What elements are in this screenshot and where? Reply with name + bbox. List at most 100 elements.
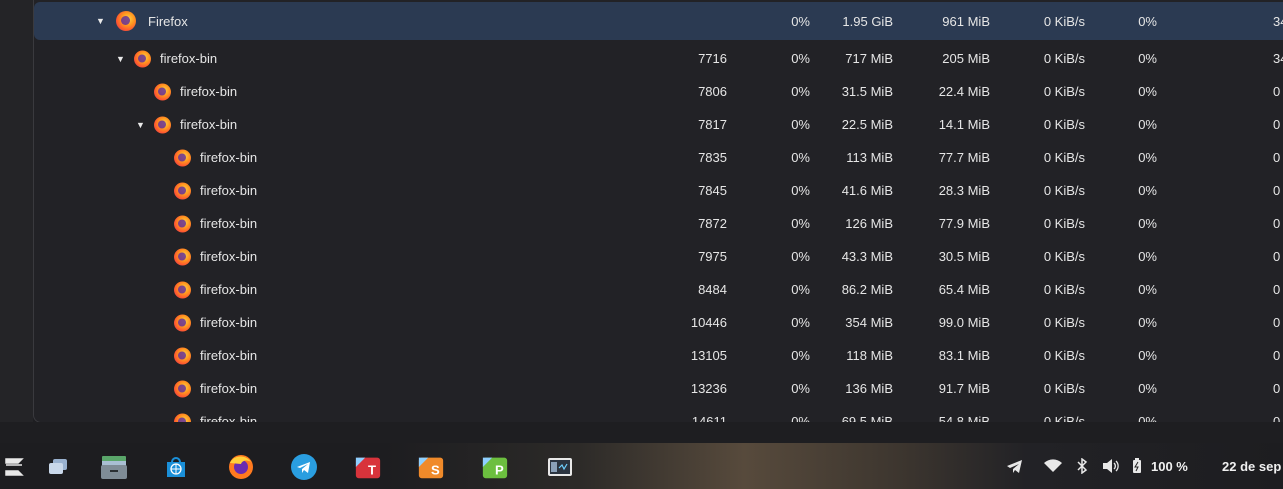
disk-rate: 0 KiB/s	[1043, 414, 1085, 423]
memory-usage: 22.5 MiB	[841, 117, 893, 132]
cpu-usage: 0%	[791, 84, 810, 99]
firefox-process-icon	[154, 116, 171, 133]
disk-rate: 0 KiB/s	[1043, 84, 1085, 99]
zorin-menu-icon[interactable]	[0, 453, 28, 481]
truncated-column-value: 0 Ki	[1273, 348, 1283, 363]
process-row[interactable]: firefox-bin 10446 0% 354 MiB 99.0 MiB 0 KiB/s…	[34, 306, 1283, 339]
process-row[interactable]: ▼ firefox-bin 7716 0% 717 MiB 205 MiB 0 KiB/s 0…	[34, 42, 1283, 75]
disk-rate: 0 KiB/s	[1043, 13, 1085, 29]
clock-date[interactable]: 22 de sep	[1222, 443, 1281, 489]
process-id: 13105	[690, 348, 727, 363]
process-name: firefox-bin	[200, 150, 258, 165]
truncated-column-value: 0 Ki	[1273, 183, 1283, 198]
shared-memory: 54.8 MiB	[938, 414, 990, 423]
firefox-process-icon	[134, 50, 151, 67]
firefox-process-icon	[174, 182, 191, 199]
free-t-icon[interactable]: T	[354, 453, 382, 481]
workspaces-icon[interactable]	[44, 453, 72, 481]
cpu-usage: 0%	[791, 315, 810, 330]
files-icon[interactable]	[100, 453, 128, 481]
process-name: firefox-bin	[200, 183, 258, 198]
gpu-usage: 0%	[1138, 381, 1157, 396]
process-name: firefox-bin	[200, 282, 258, 297]
truncated-column-value: 0 K	[1273, 84, 1283, 99]
truncated-column-value: 0 Ki	[1273, 315, 1283, 330]
process-row[interactable]: firefox-bin 13105 0% 118 MiB 83.1 MiB 0 KiB/s…	[34, 339, 1283, 372]
process-row[interactable]: firefox-bin 7872 0% 126 MiB 77.9 MiB 0 KiB/s 0…	[34, 207, 1283, 240]
process-row[interactable]: firefox-bin 14611 0% 69.5 MiB 54.8 MiB 0 KiB/…	[34, 405, 1283, 423]
process-name: firefox-bin	[200, 348, 258, 363]
firefox-process-icon	[174, 380, 191, 397]
process-name: firefox-bin	[200, 216, 258, 231]
gpu-usage: 0%	[1138, 13, 1157, 29]
disk-rate: 0 KiB/s	[1043, 51, 1085, 66]
battery-indicator[interactable]: 100 %	[1132, 443, 1188, 489]
memory-usage: 354 MiB	[845, 315, 893, 330]
process-name: firefox-bin	[200, 249, 258, 264]
shared-memory: 99.0 MiB	[938, 315, 990, 330]
process-id: 10446	[690, 315, 727, 330]
process-row[interactable]: firefox-bin 7835 0% 113 MiB 77.7 MiB 0 KiB/s 0…	[34, 141, 1283, 174]
gpu-usage: 0%	[1138, 414, 1157, 423]
process-row[interactable]: firefox-bin 7975 0% 43.3 MiB 30.5 MiB 0 KiB/s…	[34, 240, 1283, 273]
truncated-column-value: 345 M	[1273, 13, 1283, 29]
taskbar: T S P 100 % 22 de sep	[0, 443, 1283, 489]
cpu-usage: 0%	[791, 249, 810, 264]
desktop-left-edge	[0, 0, 33, 443]
disk-rate: 0 KiB/s	[1043, 381, 1085, 396]
gpu-usage: 0%	[1138, 84, 1157, 99]
process-row[interactable]: ▼ firefox-bin 7817 0% 22.5 MiB 14.1 MiB 0 KiB/…	[34, 108, 1283, 141]
expander-chevron-down-icon[interactable]: ▼	[136, 108, 145, 141]
desktop-gap	[0, 422, 1283, 443]
svg-text:S: S	[431, 462, 440, 477]
system-monitor-icon[interactable]	[546, 453, 574, 481]
wifi-icon[interactable]	[1044, 443, 1062, 489]
gpu-usage: 0%	[1138, 315, 1157, 330]
bluetooth-icon[interactable]	[1076, 443, 1088, 489]
cpu-usage: 0%	[791, 117, 810, 132]
expander-chevron-down-icon[interactable]: ▼	[96, 2, 105, 40]
shared-memory: 83.1 MiB	[938, 348, 990, 363]
telegram-tray-icon[interactable]	[1006, 443, 1024, 489]
process-row[interactable]: firefox-bin 7806 0% 31.5 MiB 22.4 MiB 0 KiB/s…	[34, 75, 1283, 108]
process-row[interactable]: firefox-bin 7845 0% 41.6 MiB 28.3 MiB 0 KiB/s…	[34, 174, 1283, 207]
shared-memory: 77.9 MiB	[938, 216, 990, 231]
shared-memory: 961 MiB	[942, 13, 990, 29]
process-id	[654, 2, 727, 40]
disk-rate: 0 KiB/s	[1043, 282, 1085, 297]
process-row[interactable]: ▼ Firefox 0% 1.95 GiB 961 MiB 0 KiB/s 0% 345 M	[34, 2, 1283, 40]
memory-usage: 31.5 MiB	[841, 84, 893, 99]
shared-memory: 77.7 MiB	[938, 150, 990, 165]
memory-usage: 43.3 MiB	[841, 249, 893, 264]
cpu-usage: 0%	[791, 150, 810, 165]
process-name: Firefox	[148, 13, 188, 29]
memory-usage: 41.6 MiB	[841, 183, 893, 198]
process-row[interactable]: firefox-bin 8484 0% 86.2 MiB 65.4 MiB 0 KiB/s…	[34, 273, 1283, 306]
truncated-column-value: 0 Ki	[1273, 216, 1283, 231]
disk-rate: 0 KiB/s	[1043, 150, 1085, 165]
battery-percentage: 100 %	[1151, 458, 1188, 474]
free-p-icon[interactable]: P	[481, 453, 509, 481]
expander-chevron-down-icon[interactable]: ▼	[116, 42, 125, 75]
process-row[interactable]: firefox-bin 13236 0% 136 MiB 91.7 MiB 0 KiB/s…	[34, 372, 1283, 405]
gpu-usage: 0%	[1138, 183, 1157, 198]
firefox-process-icon	[174, 281, 191, 298]
gpu-usage: 0%	[1138, 216, 1157, 231]
process-name: firefox-bin	[180, 117, 238, 132]
shared-memory: 91.7 MiB	[938, 381, 990, 396]
gpu-usage: 0%	[1138, 348, 1157, 363]
free-s-icon[interactable]: S	[417, 453, 445, 481]
software-store-icon[interactable]	[162, 453, 190, 481]
process-id: 7817	[698, 117, 727, 132]
gpu-usage: 0%	[1138, 117, 1157, 132]
process-name: firefox-bin	[160, 51, 218, 66]
volume-icon[interactable]	[1102, 443, 1120, 489]
telegram-icon[interactable]	[290, 453, 318, 481]
cpu-usage: 0%	[791, 183, 810, 198]
process-name: firefox-bin	[200, 381, 258, 396]
firefox-icon[interactable]	[227, 453, 255, 481]
process-name: firefox-bin	[200, 315, 258, 330]
cpu-usage: 0%	[791, 216, 810, 231]
gpu-usage: 0%	[1138, 282, 1157, 297]
truncated-column-value: 345 M	[1273, 51, 1283, 66]
